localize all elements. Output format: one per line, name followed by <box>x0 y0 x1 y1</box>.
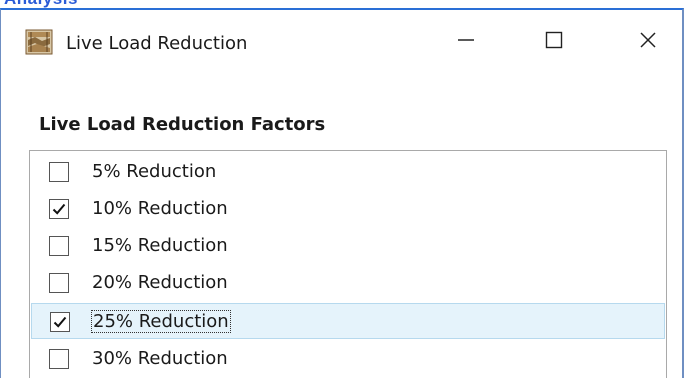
checkbox[interactable] <box>49 273 69 293</box>
list-item-label: 10% Reduction <box>92 198 228 219</box>
checkbox[interactable] <box>49 236 69 256</box>
window-title: Live Load Reduction <box>66 33 248 54</box>
checkbox[interactable] <box>50 312 70 332</box>
list-item[interactable]: 30% Reduction <box>31 341 665 377</box>
checkbox[interactable] <box>49 349 69 369</box>
minimize-icon <box>456 30 476 54</box>
list-item-label: 5% Reduction <box>92 161 217 182</box>
close-icon <box>638 30 658 54</box>
screenshot-root: Analysis Live Load Reduction <box>0 0 684 378</box>
list-item[interactable]: 25% Reduction <box>31 303 665 339</box>
maximize-icon <box>544 30 564 54</box>
list-item-label: 15% Reduction <box>92 235 228 256</box>
list-item[interactable]: 15% Reduction <box>31 228 665 264</box>
section-label: Live Load Reduction Factors <box>39 114 326 135</box>
app-icon <box>25 28 53 56</box>
checkbox[interactable] <box>49 199 69 219</box>
background-window-strip: Analysis <box>0 0 684 8</box>
list-item[interactable]: 10% Reduction <box>31 191 665 227</box>
checkbox[interactable] <box>49 162 69 182</box>
live-load-reduction-dialog: Live Load Reduction Live Load Reduction … <box>0 8 684 378</box>
checkmark-icon <box>52 203 66 215</box>
close-button[interactable] <box>623 18 673 66</box>
maximize-button[interactable] <box>529 18 579 66</box>
list-item-label: 30% Reduction <box>92 348 228 369</box>
minimize-button[interactable] <box>441 18 491 66</box>
list-item-label: 20% Reduction <box>92 272 228 293</box>
reduction-factors-list[interactable]: 5% Reduction 10% Reduction 15% Reduction 20… <box>29 150 667 378</box>
list-item[interactable]: 5% Reduction <box>31 154 665 190</box>
list-item-label: 25% Reduction <box>91 310 231 333</box>
title-bar[interactable]: Live Load Reduction <box>1 10 682 76</box>
list-item[interactable]: 20% Reduction <box>31 265 665 301</box>
checkmark-icon <box>53 316 67 328</box>
